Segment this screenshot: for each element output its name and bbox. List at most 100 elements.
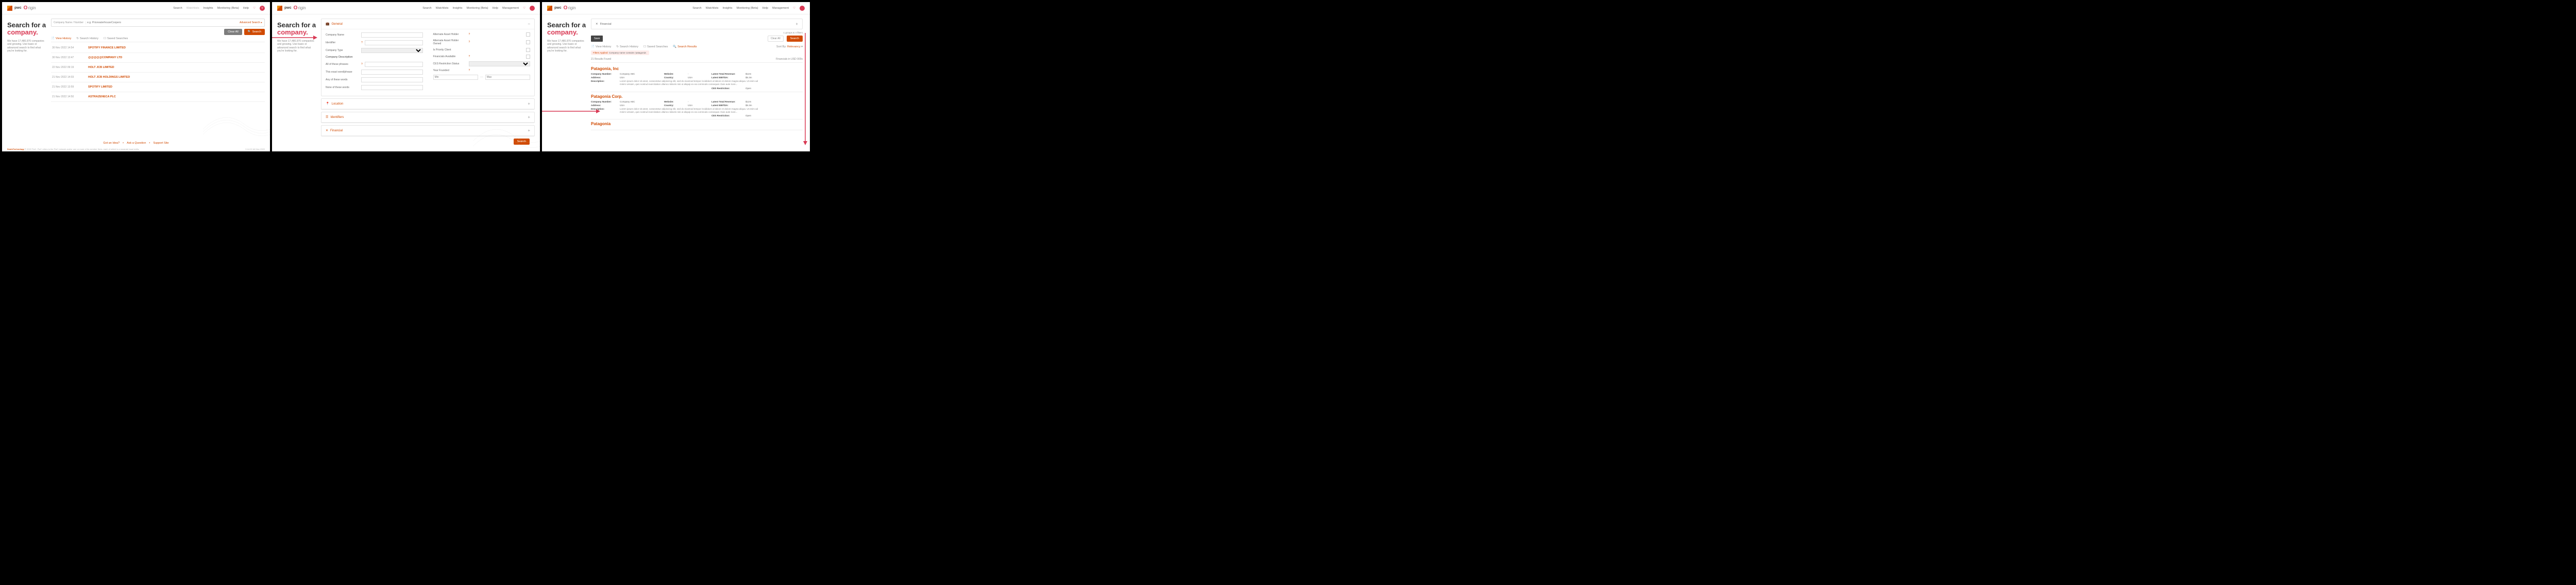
origin-logo: O rigin: [24, 5, 36, 11]
result-title[interactable]: Patagonia: [591, 122, 803, 126]
collapse-icon[interactable]: −: [528, 22, 530, 26]
year-min-input[interactable]: [433, 75, 478, 80]
nav-help[interactable]: Help: [762, 7, 768, 10]
footer-links: Got an Idea?• Ask a Question• Support Si…: [2, 140, 270, 147]
nav-help[interactable]: Help: [493, 7, 498, 10]
tab-search-history[interactable]: ↻ Search History: [616, 45, 638, 48]
history-date: 30 Nov 2022 13:47: [52, 56, 88, 59]
nav-search[interactable]: Search: [173, 7, 182, 10]
nav-management[interactable]: Management: [772, 7, 789, 10]
nav-insights[interactable]: Insights: [204, 7, 213, 10]
history-row[interactable]: 30 Nov 2022 14:54SPOTIFY FINANCE LIMITED: [51, 43, 265, 53]
ces-select[interactable]: [469, 61, 531, 66]
expand-icon[interactable]: +: [528, 128, 530, 133]
nav-monitoring[interactable]: Monitoring (Beta): [736, 7, 758, 10]
result-card[interactable]: Patagonia Corp.Company Number:Company AB…: [591, 92, 803, 120]
year-max-input[interactable]: [485, 75, 530, 80]
history-row[interactable]: 21 Nov 2022 13:59SPOTIFY LIMITED: [51, 82, 265, 92]
history-row[interactable]: 30 Nov 2022 13:47@@@@@COMPANY LTD: [51, 53, 265, 63]
nav-insights[interactable]: Insights: [722, 7, 732, 10]
result-title[interactable]: Patagonia, Inc: [591, 66, 803, 71]
nav-monitoring[interactable]: Monitoring (Beta): [466, 7, 488, 10]
financials-checkbox[interactable]: [526, 55, 530, 59]
history-company[interactable]: SPOTIFY FINANCE LIMITED: [88, 46, 126, 49]
tab-search-history[interactable]: ↻ Search History: [76, 37, 98, 40]
search-button[interactable]: 🔍 Search: [244, 29, 265, 35]
close-icon[interactable]: ✕: [596, 23, 598, 26]
history-company[interactable]: @@@@@COMPANY LTD: [88, 56, 122, 59]
nav-watchlists[interactable]: Watchlists: [436, 7, 449, 10]
bell-icon[interactable]: ♡: [793, 7, 795, 10]
topbar: pwcOrigin Search Watchlists Insights Mon…: [542, 2, 810, 14]
got-idea-link[interactable]: Got an Idea?: [103, 142, 120, 145]
main-panel: Company Name / Number Advanced Search ▸ …: [51, 14, 270, 140]
tab-saved-searches[interactable]: ☐ Saved Searches: [643, 45, 668, 48]
support-site-link[interactable]: Support Site: [153, 142, 168, 145]
help-icon[interactable]: ?: [361, 41, 363, 44]
avatar[interactable]: [530, 6, 535, 11]
nav-search[interactable]: Search: [692, 7, 701, 10]
alt-holder-checkbox[interactable]: [526, 32, 530, 37]
search-button[interactable]: Search: [514, 139, 530, 145]
help-icon[interactable]: ?: [469, 69, 470, 72]
add-filter-icon[interactable]: +: [795, 22, 798, 26]
search-input[interactable]: [86, 20, 240, 25]
company-type-select[interactable]: [361, 48, 423, 53]
pwc-icon: [547, 6, 552, 11]
history-company[interactable]: SPOTIFY LIMITED: [88, 85, 112, 89]
any-words-input[interactable]: [361, 77, 423, 82]
result-title[interactable]: Patagonia Corp.: [591, 94, 803, 99]
panel-financial[interactable]: ✕ Financial+: [321, 125, 535, 136]
tab-search-results[interactable]: 🔍 Search Results: [673, 45, 697, 48]
nav-help[interactable]: Help: [243, 7, 249, 10]
identifier-input[interactable]: [365, 40, 423, 45]
nav-insights[interactable]: Insights: [452, 7, 462, 10]
search-button[interactable]: Search: [787, 36, 803, 42]
history-company[interactable]: HOLT JCB HOLDINGS LIMITED: [88, 76, 130, 79]
history-row[interactable]: 21 Nov 2022 14:50ASTRAZENECA PLC: [51, 92, 265, 102]
sort-by[interactable]: Sort By: Relevancy ▾: [776, 45, 803, 48]
company-name-input[interactable]: [361, 32, 423, 38]
headline: Search for a company.: [7, 22, 47, 37]
avatar[interactable]: V: [260, 6, 265, 11]
panel-general-header[interactable]: 💼 General−: [321, 19, 534, 29]
help-icon[interactable]: ?: [361, 63, 363, 66]
logo-group: pwc O rigin: [7, 5, 36, 11]
clear-all-button[interactable]: Clear All: [224, 29, 242, 35]
decorative-wave: [203, 98, 270, 140]
history-company[interactable]: ASTRAZENECA PLC: [88, 95, 116, 98]
nav-watchlists[interactable]: Watchlists: [706, 7, 719, 10]
history-company[interactable]: HOLT JCB LIMITED: [88, 66, 114, 69]
save-button[interactable]: Save: [591, 36, 603, 42]
advanced-search-link[interactable]: Advanced Search ▸: [240, 21, 262, 24]
priority-checkbox[interactable]: [526, 48, 530, 52]
result-card[interactable]: Patagonia, IncCompany Number:Company ABC…: [591, 64, 803, 92]
nav-management[interactable]: Management: [502, 7, 519, 10]
clear-all-button[interactable]: Clear All: [768, 36, 784, 42]
ask-question-link[interactable]: Ask a Question: [127, 142, 146, 145]
expand-icon[interactable]: +: [528, 101, 530, 106]
alt-holder-owned-checkbox[interactable]: [526, 40, 530, 44]
all-phrases-input[interactable]: [365, 62, 423, 67]
avatar[interactable]: [800, 6, 805, 11]
help-icon[interactable]: ?: [469, 33, 470, 36]
tab-view-history[interactable]: 📄 View History: [51, 37, 71, 40]
help-icon[interactable]: ?: [469, 55, 470, 58]
expand-icon[interactable]: +: [528, 115, 530, 119]
history-row[interactable]: 21 Nov 2022 14:03HOLT JCB HOLDINGS LIMIT…: [51, 73, 265, 82]
exact-phrase-input[interactable]: [361, 70, 423, 75]
nav-search[interactable]: Search: [422, 7, 431, 10]
panel-location[interactable]: 📍 Location+: [321, 98, 535, 110]
history-row[interactable]: 22 Nov 2022 09:19HOLT JCB LIMITED: [51, 63, 265, 73]
help-icon[interactable]: ?: [469, 41, 470, 44]
none-words-input[interactable]: [361, 85, 423, 90]
bell-icon[interactable]: ♡: [253, 7, 256, 10]
tab-saved-searches[interactable]: ☐ Saved Searches: [104, 37, 128, 40]
nav-watchlists[interactable]: Watchlists: [187, 7, 199, 10]
nav-monitoring[interactable]: Monitoring (Beta): [217, 7, 239, 10]
bell-icon[interactable]: ♡: [523, 7, 526, 10]
tab-view-history[interactable]: 📄 View History: [591, 45, 611, 48]
panel-identifiers[interactable]: ☰ Identifiers+: [321, 112, 535, 123]
history-date: 21 Nov 2022 13:59: [52, 85, 88, 89]
result-card[interactable]: Patagonia: [591, 119, 803, 130]
